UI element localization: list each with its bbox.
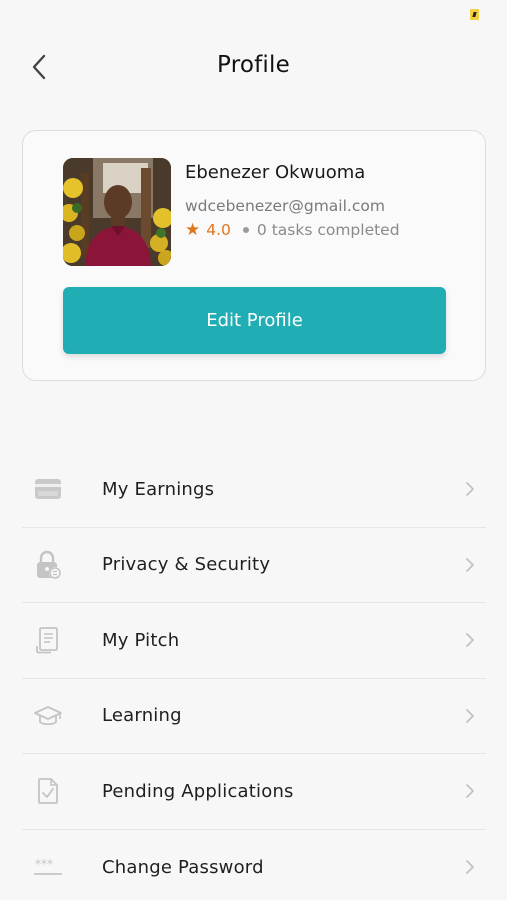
menu-item-label: Privacy & Security [102, 554, 271, 576]
card-icon [33, 474, 63, 504]
menu-item-pending-applications[interactable]: Pending Applications [22, 754, 486, 830]
menu-item-label: My Pitch [102, 629, 180, 651]
menu-item-privacy-security[interactable]: Privacy & Security [22, 528, 486, 603]
menu-item-my-earnings[interactable]: My Earnings [22, 452, 486, 528]
profile-menu: My Earnings Privacy & Security My Pitch … [22, 452, 486, 900]
page-title: Profile [217, 52, 290, 78]
menu-item-label: Pending Applications [102, 780, 294, 802]
graduation-cap-icon [33, 701, 63, 731]
password-icon: *** [33, 852, 63, 882]
stats-row: ★ 4.0 0 tasks completed [185, 221, 400, 239]
menu-item-learning[interactable]: Learning [22, 679, 486, 754]
battery-icon [470, 9, 479, 20]
edit-profile-button[interactable]: Edit Profile [63, 287, 446, 354]
menu-item-my-pitch[interactable]: My Pitch [22, 603, 486, 679]
menu-item-change-password[interactable]: *** Change Password [22, 830, 486, 900]
avatar-photo [63, 158, 171, 266]
menu-item-label: Learning [102, 705, 182, 727]
header: Profile [0, 40, 507, 94]
chevron-right-icon [464, 556, 476, 574]
menu-item-label: Change Password [102, 856, 264, 878]
chevron-right-icon [464, 707, 476, 725]
chevron-right-icon [464, 631, 476, 649]
lock-icon [33, 550, 63, 580]
avatar[interactable] [63, 158, 171, 266]
profile-card: Ebenezer Okwuoma wdcebenezer@gmail.com ★… [22, 130, 486, 381]
chevron-right-icon [464, 858, 476, 876]
tasks-completed: 0 tasks completed [256, 221, 400, 239]
rating-value: 4.0 [206, 221, 231, 239]
file-check-icon [33, 776, 63, 806]
separator-dot [242, 227, 249, 233]
menu-item-label: My Earnings [102, 478, 215, 500]
svg-text:***: *** [35, 857, 53, 871]
user-name: Ebenezer Okwuoma [185, 162, 366, 183]
document-icon [33, 625, 63, 655]
star-icon: ★ [185, 219, 201, 240]
user-email: wdcebenezer@gmail.com [185, 197, 385, 215]
chevron-right-icon [464, 782, 476, 800]
chevron-right-icon [464, 480, 476, 498]
status-bar [0, 0, 507, 30]
